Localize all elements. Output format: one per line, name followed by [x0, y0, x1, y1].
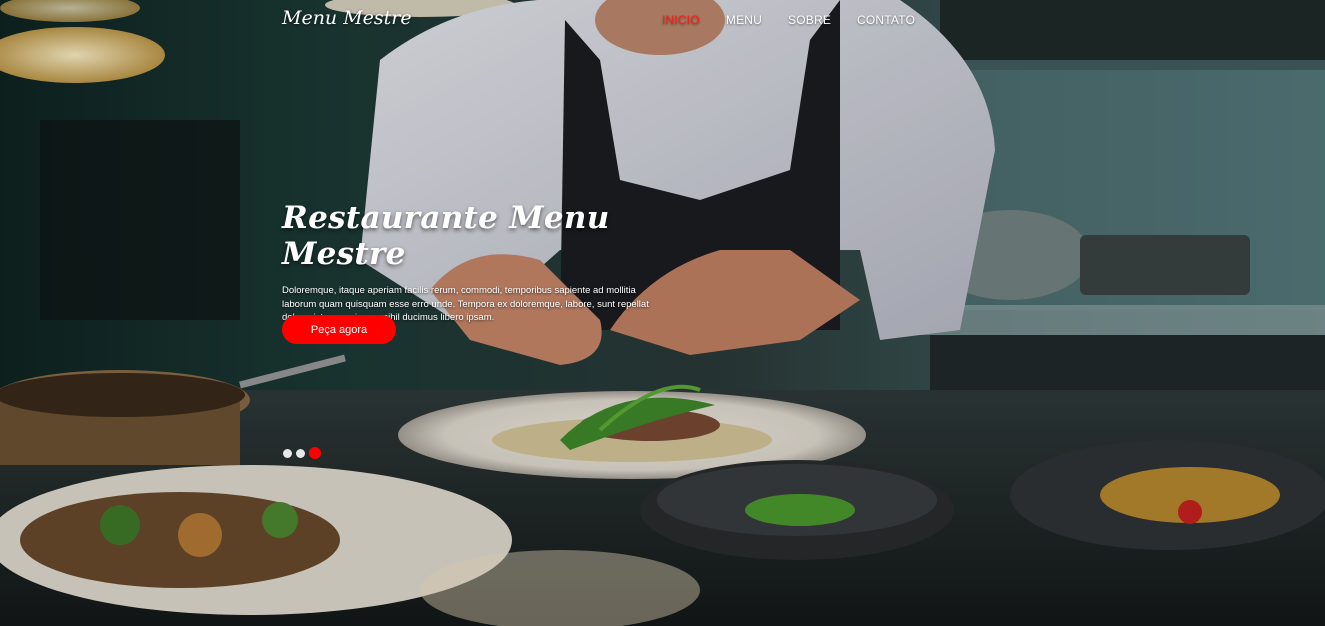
- carousel-dot-2[interactable]: [296, 448, 305, 458]
- nav-link-sobre[interactable]: SOBRE: [788, 13, 831, 27]
- nav-link-menu[interactable]: MENU: [726, 13, 762, 27]
- brand-logo[interactable]: Menu Mestre: [282, 7, 412, 29]
- order-now-button[interactable]: Peça agora: [282, 315, 396, 344]
- carousel-dot-3[interactable]: [309, 447, 321, 459]
- nav-link-inicio[interactable]: INICIO: [662, 13, 700, 27]
- main-menu: INICIO MENU SOBRE CONTATO: [662, 13, 941, 27]
- carousel-dot-1[interactable]: [283, 448, 292, 458]
- top-navigation: Menu Mestre INICIO MENU SOBRE CONTATO: [0, 0, 1325, 40]
- hero-title: Restaurante Menu Mestre: [282, 200, 610, 272]
- hero-caption: Restaurante Menu Mestre Doloremque, itaq…: [282, 200, 662, 325]
- nav-link-contato[interactable]: CONTATO: [857, 13, 915, 27]
- carousel-indicators: [283, 447, 321, 459]
- hero-background-image: [0, 0, 1325, 626]
